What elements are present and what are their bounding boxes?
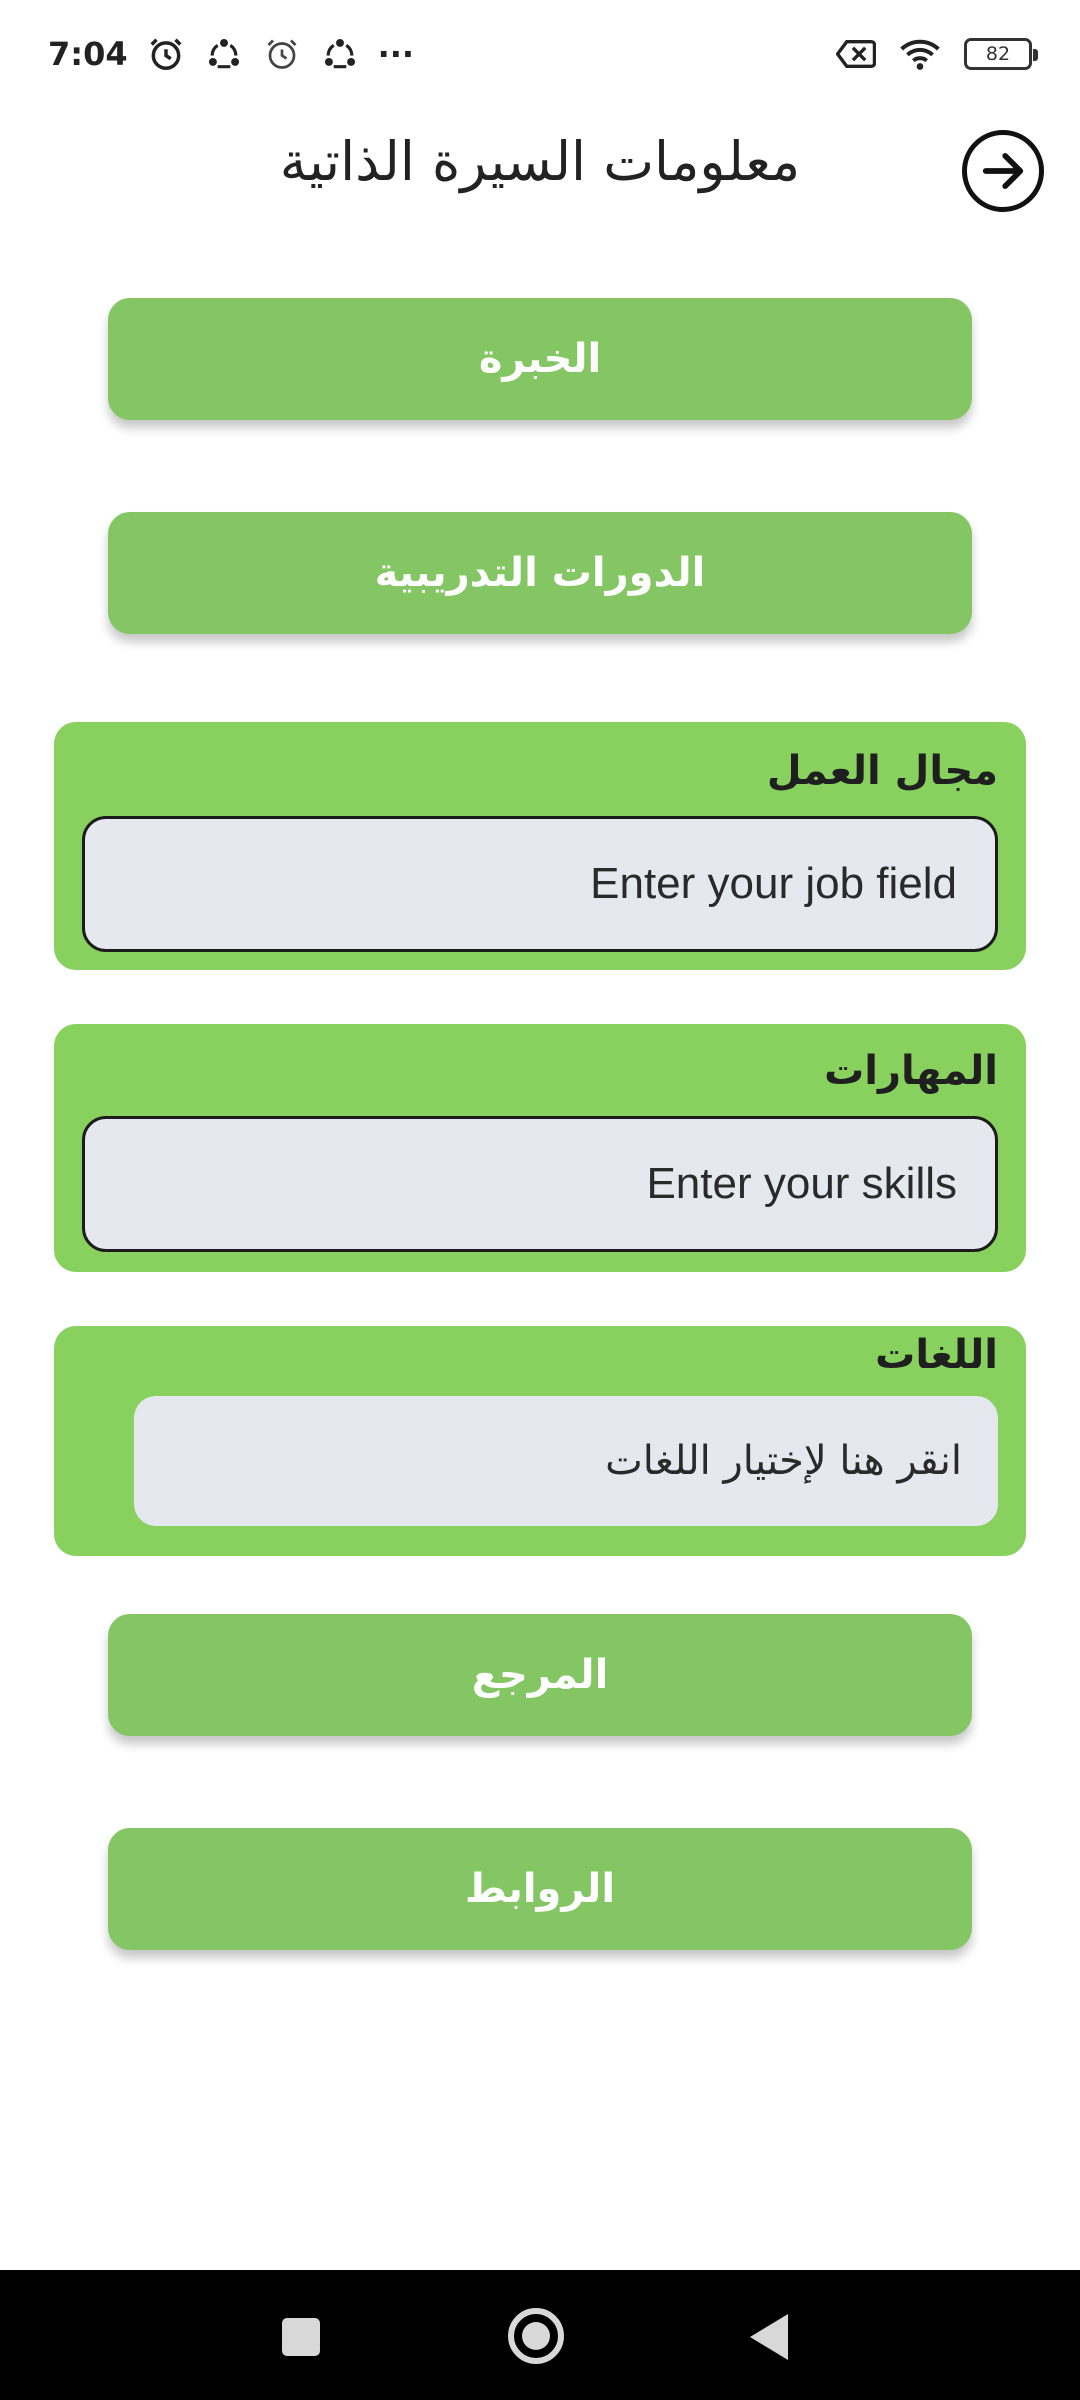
sync-icon bbox=[204, 34, 244, 74]
app-header: معلومات السيرة الذاتية bbox=[0, 120, 1080, 220]
recent-apps-button[interactable] bbox=[282, 2318, 320, 2356]
no-sim-icon bbox=[836, 34, 876, 74]
status-bar-left: 7:04 ··· bbox=[48, 34, 414, 74]
alarm-icon bbox=[146, 34, 186, 74]
links-button[interactable]: الروابط bbox=[108, 1828, 972, 1950]
status-time: 7:04 bbox=[48, 35, 128, 73]
home-button[interactable] bbox=[508, 2308, 564, 2364]
reference-button[interactable]: المرجع bbox=[108, 1614, 972, 1736]
system-navigation-bar bbox=[0, 2270, 1080, 2400]
training-courses-button[interactable]: الدورات التدريبية bbox=[108, 512, 972, 634]
experience-button[interactable]: الخبرة bbox=[108, 298, 972, 420]
languages-card: اللغات انقر هنا لإختيار اللغات bbox=[54, 1326, 1026, 1556]
skills-label: المهارات bbox=[824, 1048, 998, 1094]
languages-select[interactable]: انقر هنا لإختيار اللغات bbox=[134, 1396, 998, 1526]
battery-indicator: 82 bbox=[964, 38, 1038, 70]
job-field-label: مجال العمل bbox=[766, 748, 998, 794]
status-bar: 7:04 ··· 82 bbox=[0, 0, 1080, 108]
skills-input[interactable]: Enter your skills bbox=[82, 1116, 998, 1252]
job-field-input[interactable]: Enter your job field bbox=[82, 816, 998, 952]
arrow-right-circle-icon bbox=[982, 153, 1024, 189]
more-notifications-icon: ··· bbox=[377, 35, 415, 73]
job-field-card: مجال العمل Enter your job field bbox=[54, 722, 1026, 970]
back-button[interactable] bbox=[962, 130, 1044, 212]
languages-label: اللغات bbox=[875, 1332, 998, 1378]
page-title: معلومات السيرة الذاتية bbox=[279, 130, 801, 193]
sync-icon bbox=[320, 34, 360, 74]
system-back-button[interactable] bbox=[750, 2314, 788, 2360]
skills-card: المهارات Enter your skills bbox=[54, 1024, 1026, 1272]
status-bar-right: 82 bbox=[836, 34, 1038, 74]
alarm-outline-icon bbox=[262, 34, 302, 74]
wifi-icon bbox=[900, 34, 940, 74]
